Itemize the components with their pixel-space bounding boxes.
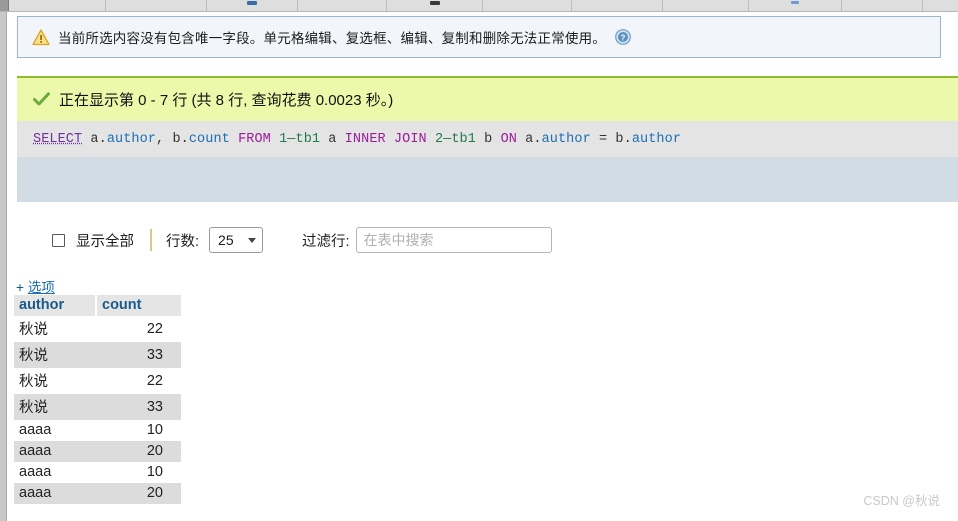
tab-glyph-icon [791,1,799,4]
chevron-down-icon [248,237,257,243]
cell-count: 10 [146,464,163,480]
table-header-row: author count [14,295,181,316]
results-table: author count 秋说 22 秋说 33 秋说 22 秋说 33 aaaa 10 aaaa 2… [14,295,181,504]
cell-count: 22 [146,372,163,389]
unique-field-notice: 当前所选内容没有包含唯一字段。单元格编辑、复选框、编辑、复制和删除无法正常使用。… [17,16,941,58]
cell-author: 秋说 [19,400,48,416]
top-tab-6[interactable] [483,0,572,11]
help-question-icon[interactable]: ? [615,29,631,45]
top-tab-3[interactable] [207,0,298,11]
table-row[interactable]: 秋说 22 [14,368,181,394]
show-all-label[interactable]: 显示全部 [76,230,134,251]
page-left-gutter [0,12,7,521]
cell-count: 20 [146,443,163,459]
top-tab-1[interactable] [9,0,106,11]
controls-separator [150,229,152,251]
svg-text:?: ? [621,33,626,42]
sql-query-band: SELECT a.author, b.count FROM 1—tb1 a IN… [17,121,958,157]
cell-author: aaaa [19,443,52,459]
table-controls-row: 显示全部 行数: 25 过滤行: [17,222,941,258]
rows-count-label: 行数: [166,233,200,250]
results-table-body: 秋说 22 秋说 33 秋说 22 秋说 33 aaaa 10 aaaa 20 aaaa 10 aaaa 20 [14,316,181,504]
show-all-checkbox[interactable] [52,233,65,247]
table-row[interactable]: aaaa 10 [14,462,181,483]
query-status-text: 正在显示第 0 - 7 行 (共 8 行, 查询花费 0.0023 秒。) [59,92,394,109]
top-tab-11[interactable] [923,0,958,11]
column-header-count[interactable]: count [96,295,181,316]
rows-count-value: 25 [218,232,234,248]
top-tab-9[interactable] [749,0,842,11]
success-check-icon [33,92,50,106]
table-row[interactable]: aaaa 20 [14,483,181,504]
options-toggle[interactable]: + 选项 [16,276,55,296]
top-tab-strip[interactable] [0,0,958,12]
cell-author: 秋说 [19,348,48,364]
cell-author: 秋说 [19,374,48,390]
table-row[interactable]: aaaa 10 [14,420,181,441]
top-tab-10[interactable] [842,0,923,11]
tab-glyph-icon [429,1,440,5]
plus-icon: + [16,280,24,295]
filter-rows-label: 过滤行: [302,233,350,250]
cell-count: 20 [146,485,163,501]
query-status-bar: 正在显示第 0 - 7 行 (共 8 行, 查询花费 0.0023 秒。) [17,76,958,121]
table-row[interactable]: 秋说 33 [14,394,181,420]
cell-count: 10 [146,422,163,438]
filter-rows-input[interactable] [355,227,552,253]
column-header-author[interactable]: author [14,295,97,316]
csdn-watermark: CSDN @秋说 [863,494,940,508]
tab-glyph-icon [247,1,257,5]
tab-strip-gutter [0,0,9,11]
table-row[interactable]: 秋说 22 [14,316,181,342]
warning-triangle-icon [32,28,50,45]
cell-author: aaaa [19,422,52,438]
cell-author: aaaa [19,485,52,501]
top-tab-7[interactable] [572,0,663,11]
top-tab-2[interactable] [106,0,207,11]
top-tab-8[interactable] [663,0,749,11]
options-label[interactable]: 选项 [28,280,55,295]
cell-author: 秋说 [19,322,48,338]
cell-count: 33 [146,398,163,415]
top-tab-5[interactable] [387,0,483,11]
cell-count: 33 [146,346,163,363]
table-row[interactable]: 秋说 33 [14,342,181,368]
rows-count-select[interactable]: 25 [209,227,264,253]
top-tab-4[interactable] [298,0,387,11]
table-row[interactable]: aaaa 20 [14,441,181,462]
cell-author: aaaa [19,464,52,480]
cell-count: 22 [146,320,163,337]
query-result-panel: 正在显示第 0 - 7 行 (共 8 行, 查询花费 0.0023 秒。) SE… [17,76,958,202]
sql-query-text[interactable]: SELECT a.author, b.count FROM 1—tb1 a IN… [33,132,681,147]
result-footer-band [17,157,958,202]
notice-message: 当前所选内容没有包含唯一字段。单元格编辑、复选框、编辑、复制和删除无法正常使用。 [58,31,606,46]
